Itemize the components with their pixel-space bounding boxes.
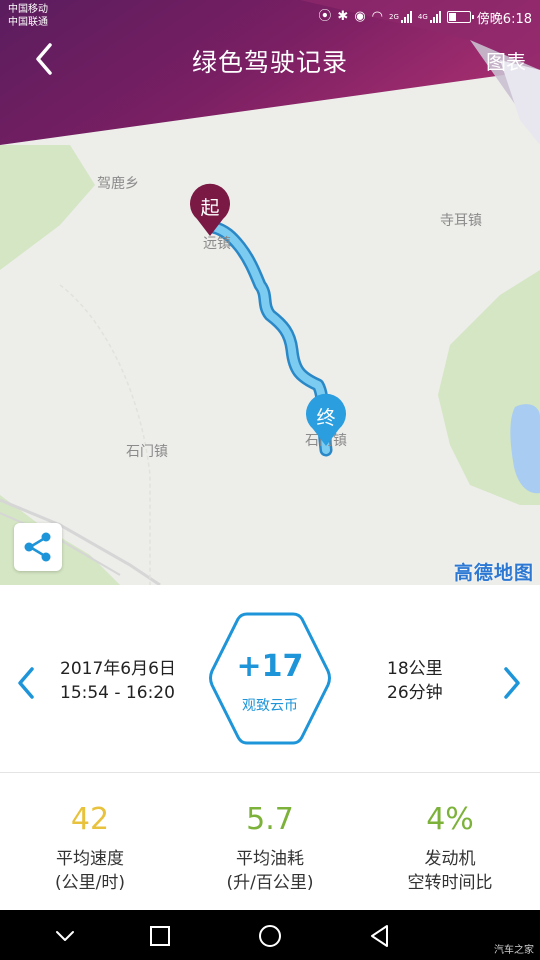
driving-stats: 42 平均速度 (公里/时) 5.7 平均油耗 (升/百公里) 4% 发动机 空…: [0, 774, 540, 910]
eye-icon: ◉: [354, 9, 366, 24]
square-icon[interactable]: [147, 923, 173, 949]
map-label: 石门镇: [126, 444, 168, 460]
trip-summary: 2017年6月6日 15:54 - 16:20 +17 观致云币 18公里 26…: [0, 585, 540, 773]
trip-distance: 18公里: [387, 659, 443, 679]
wifi-icon: ◠: [371, 9, 384, 24]
stat-label-line: (公里/时): [55, 873, 125, 893]
end-pin-label: 终: [316, 407, 336, 429]
map-label: 驾鹿乡: [97, 176, 139, 192]
stat-average-fuel: 5.7 平均油耗 (升/百公里): [180, 774, 360, 895]
page-title: 绿色驾驶记录: [191, 48, 348, 77]
trip-duration: 26分钟: [387, 683, 443, 703]
stat-label: 平均油耗 (升/百公里): [180, 847, 360, 895]
start-pin-label: 起: [200, 197, 220, 219]
next-trip-button[interactable]: [500, 665, 524, 701]
signal-icon: [429, 11, 441, 23]
network-type: 4G: [417, 13, 428, 21]
share-button[interactable]: [14, 523, 62, 571]
end-pin[interactable]: 终: [304, 393, 348, 447]
stat-value: 4%: [426, 802, 474, 837]
previous-trip-button[interactable]: [14, 665, 38, 701]
app-header: 中国移动 中国联通 ⦿ ✱ ◉ ◠ 2G 4G 傍晚6:18 绿色驾驶记录 图表: [0, 0, 540, 145]
green-area: [0, 145, 95, 270]
network-type: 2G: [389, 13, 399, 21]
stat-average-speed: 42 平均速度 (公里/时): [0, 774, 180, 895]
trip-datetime: 2017年6月6日 15:54 - 16:20: [60, 657, 176, 705]
carrier-name: 中国移动: [8, 4, 48, 15]
stat-label-line: 空转时间比: [407, 873, 493, 893]
clock: 傍晚6:18: [476, 11, 532, 27]
stat-label: 平均速度 (公里/时): [0, 847, 180, 895]
chevron-down-icon[interactable]: [52, 923, 78, 949]
chevron-right-icon: [504, 667, 520, 699]
status-bar: 中国移动 中国联通 ⦿ ✱ ◉ ◠ 2G 4G 傍晚6:18: [0, 0, 540, 34]
chart-button[interactable]: 图表: [486, 46, 526, 75]
trip-metrics: 18公里 26分钟: [387, 657, 443, 705]
stat-value: 5.7: [246, 802, 294, 837]
signal-icon: [400, 11, 412, 23]
coins-label: 观致云币: [242, 698, 298, 714]
trip-time-range: 15:54 - 16:20: [60, 683, 175, 703]
battery-icon: [446, 11, 474, 23]
trip-date: 2017年6月6日: [60, 659, 176, 679]
map-provider-logo: 高德地图: [453, 562, 534, 584]
road: [59, 284, 151, 585]
watermark: 汽车之家: [494, 945, 534, 956]
chevron-left-icon: [18, 667, 34, 699]
circle-icon[interactable]: [257, 923, 283, 949]
triangle-back-icon[interactable]: [367, 923, 393, 949]
carrier-name: 中国联通: [8, 17, 48, 28]
bluetooth-icon: ✱: [337, 9, 349, 24]
stat-idle-ratio: 4% 发动机 空转时间比: [360, 774, 540, 895]
stat-label-line: (升/百公里): [226, 873, 314, 893]
map-label: 寺耳镇: [440, 213, 482, 229]
share-icon: [24, 532, 51, 562]
stat-label-line: 发动机: [424, 849, 476, 869]
coins-value: +17: [236, 649, 304, 684]
stat-label-line: 平均油耗: [236, 849, 304, 869]
location-icon: ⦿: [318, 9, 332, 24]
system-nav-bar: 汽车之家: [0, 910, 540, 960]
status-icons: ⦿ ✱ ◉ ◠ 2G 4G 傍晚6:18: [318, 7, 532, 27]
route-map[interactable]: 驾鹿乡 寺耳镇 石门镇 远镇 石门镇 起 终 高德地图: [0, 145, 540, 585]
stat-value: 42: [70, 802, 110, 837]
start-pin[interactable]: 起: [188, 183, 232, 237]
stat-label-line: 平均速度: [56, 849, 124, 869]
stat-label: 发动机 空转时间比: [360, 847, 540, 895]
